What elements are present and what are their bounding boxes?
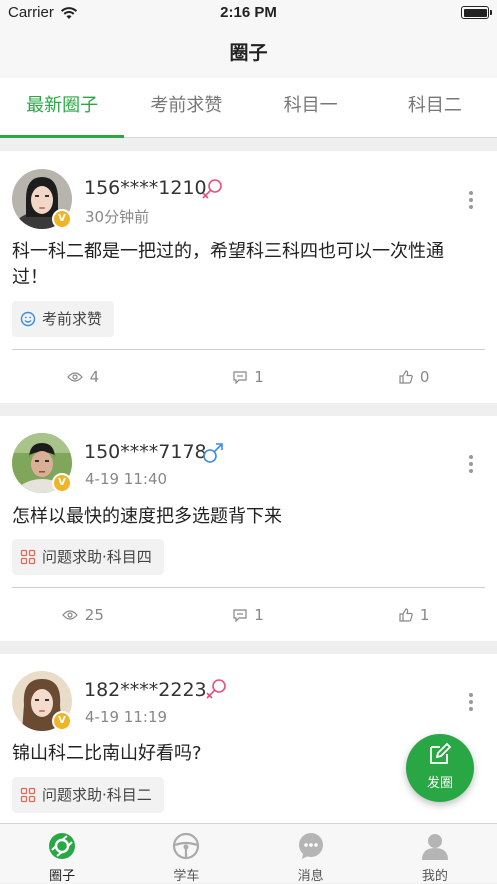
post-card[interactable]: V 150****7178 4-19 11:40 怎样以最快的速度把多选题背下来… <box>0 416 497 641</box>
tabbar-label: 消息 <box>297 869 324 884</box>
tabbar-item-learn[interactable]: 学车 <box>124 824 248 884</box>
divider <box>12 349 485 350</box>
more-icon[interactable] <box>469 191 473 212</box>
smile-icon <box>20 311 36 327</box>
view-stat[interactable]: 25 <box>0 605 166 625</box>
post-content[interactable]: 锦山科二比南山好看吗? <box>12 741 473 767</box>
comment-icon <box>233 608 247 622</box>
tabbar-label: 我的 <box>421 869 448 884</box>
tab-subject-one[interactable]: 科目一 <box>249 78 373 137</box>
post-time: 4-19 11:40 <box>85 470 168 488</box>
new-post-label: 发圈 <box>426 776 453 791</box>
thumbs-up-icon <box>399 608 413 622</box>
post-tag[interactable]: 问题求助·科目二 <box>12 777 164 813</box>
tabbar-item-circle[interactable]: 圈子 <box>0 824 124 884</box>
more-icon[interactable] <box>469 693 473 714</box>
female-icon <box>200 177 224 205</box>
user-icon <box>421 834 448 860</box>
like-stat[interactable]: 0 <box>331 367 497 387</box>
comment-icon <box>233 370 247 384</box>
page-title: 圈子 <box>229 42 268 64</box>
message-icon <box>298 833 323 859</box>
tab-latest[interactable]: 最新圈子 <box>0 78 125 138</box>
tabbar-item-mine[interactable]: 我的 <box>373 824 497 884</box>
edit-icon <box>430 742 452 764</box>
like-count: 1 <box>419 606 430 624</box>
thumbs-up-icon <box>399 370 413 384</box>
post-content[interactable]: 科一科二都是一把过的，希望科三科四也可以一次性通过！ <box>12 239 473 291</box>
tabbar-item-messages[interactable]: 消息 <box>249 824 373 884</box>
post-stats: 4 1 0 <box>0 367 497 387</box>
category-tabs: 最新圈子 考前求赞 科目一 科目二 <box>0 78 497 138</box>
view-stat[interactable]: 4 <box>0 367 166 387</box>
clock: 2:16 PM <box>220 4 277 21</box>
post-tag[interactable]: 考前求赞 <box>12 301 115 337</box>
steering-wheel-icon <box>173 832 200 860</box>
verified-badge: V <box>52 209 72 229</box>
battery-icon <box>461 6 492 19</box>
post-content[interactable]: 怎样以最快的速度把多选题背下来 <box>12 504 473 530</box>
like-count: 0 <box>419 368 430 386</box>
comment-count: 1 <box>254 368 264 386</box>
comment-count: 1 <box>254 606 264 624</box>
more-icon[interactable] <box>469 455 473 476</box>
post-time: 30分钟前 <box>85 208 150 226</box>
post-tag-label: 考前求赞 <box>42 310 103 328</box>
status-bar: Carrier 2:16 PM <box>0 0 497 26</box>
grid-icon <box>20 787 36 803</box>
circle-icon <box>49 833 76 859</box>
post-tag[interactable]: 问题求助·科目四 <box>12 539 164 575</box>
male-icon <box>201 441 225 469</box>
user-name[interactable]: 156****1210 <box>84 177 207 199</box>
divider <box>12 587 485 588</box>
post-tag-label: 问题求助·科目二 <box>42 786 152 804</box>
new-post-button[interactable]: 发圈 <box>406 734 474 802</box>
user-name[interactable]: 182****2223 <box>84 679 207 701</box>
tabbar-label: 圈子 <box>49 869 76 884</box>
like-stat[interactable]: 1 <box>331 605 497 625</box>
female-icon <box>204 677 228 705</box>
grid-icon <box>20 549 36 565</box>
verified-badge: V <box>52 711 72 731</box>
post-stats: 25 1 1 <box>0 605 497 625</box>
post-time: 4-19 11:19 <box>85 708 168 726</box>
tabbar-label: 学车 <box>173 869 200 884</box>
post-tag-label: 问题求助·科目四 <box>42 548 152 566</box>
tab-exam-cheer[interactable]: 考前求赞 <box>124 78 248 137</box>
user-name[interactable]: 150****7178 <box>84 441 207 463</box>
view-count: 4 <box>89 368 100 386</box>
nav-bar: 圈子 <box>0 26 497 78</box>
eye-icon <box>61 610 78 620</box>
eye-icon <box>66 372 83 382</box>
comment-stat[interactable]: 1 <box>166 367 332 387</box>
verified-badge: V <box>52 473 72 493</box>
comment-stat[interactable]: 1 <box>166 605 332 625</box>
post-card[interactable]: V 156****1210 30分钟前 科一科二都是一把过的，希望科三科四也可以… <box>0 151 497 403</box>
bottom-tab-bar: 圈子 学车 消息 我的 <box>0 823 497 884</box>
tab-subject-two[interactable]: 科目二 <box>373 78 497 137</box>
view-count: 25 <box>84 606 104 624</box>
